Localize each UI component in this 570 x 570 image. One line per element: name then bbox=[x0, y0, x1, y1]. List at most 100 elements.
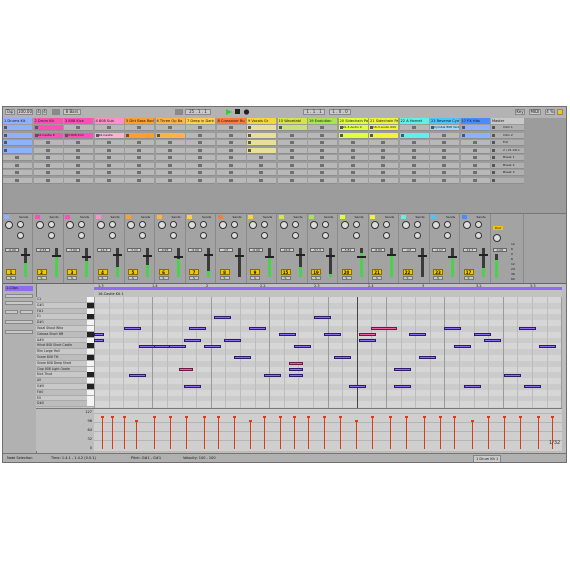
clip-stop-icon[interactable] bbox=[381, 171, 385, 174]
scene-play-icon[interactable] bbox=[492, 178, 495, 182]
velocity-stem[interactable] bbox=[390, 417, 391, 449]
send-a-knob[interactable] bbox=[108, 221, 116, 228]
volume-field[interactable]: -4.95 bbox=[157, 248, 172, 252]
track-number-button[interactable]: 5 bbox=[128, 269, 138, 275]
midi-note[interactable] bbox=[129, 373, 146, 377]
solo-button[interactable]: S bbox=[280, 276, 291, 280]
midi-note[interactable] bbox=[224, 338, 241, 342]
pan-knob[interactable] bbox=[35, 221, 44, 229]
follow-icon[interactable] bbox=[175, 109, 183, 115]
velocity-stem[interactable] bbox=[372, 417, 373, 449]
clip-play-icon[interactable] bbox=[4, 148, 7, 152]
send-a-knob[interactable] bbox=[322, 221, 329, 228]
clip-stop-icon[interactable] bbox=[137, 178, 141, 182]
clip-slot-empty[interactable] bbox=[186, 177, 215, 184]
clip-slot-empty[interactable] bbox=[125, 140, 154, 146]
clip-slot-empty[interactable] bbox=[277, 170, 307, 176]
clip-slot-empty[interactable] bbox=[277, 162, 307, 169]
clip-slot-filled[interactable] bbox=[460, 125, 490, 131]
clip-stop-icon[interactable] bbox=[259, 156, 263, 159]
clip-slot-empty[interactable] bbox=[186, 162, 215, 169]
track-activator-icon[interactable] bbox=[278, 215, 284, 219]
velocity-editor[interactable] bbox=[94, 408, 562, 451]
volume-field[interactable]: -57.3 bbox=[310, 248, 324, 252]
clip-stop-icon[interactable] bbox=[228, 126, 233, 129]
send-b-knob[interactable] bbox=[78, 232, 85, 239]
clip-slot-empty[interactable] bbox=[64, 147, 93, 154]
midi-note[interactable] bbox=[189, 327, 206, 331]
send-b-knob[interactable] bbox=[169, 232, 177, 239]
clip-slot-empty[interactable] bbox=[94, 147, 124, 154]
velocity-stem[interactable] bbox=[136, 421, 137, 449]
send-b-knob[interactable] bbox=[200, 232, 207, 239]
send-a-knob[interactable] bbox=[291, 221, 299, 228]
volume-fader-thumb[interactable] bbox=[21, 254, 30, 256]
track-header[interactable]: 19 Evolution bbox=[308, 118, 337, 124]
velocity-stem[interactable] bbox=[102, 417, 103, 449]
velocity-handle[interactable] bbox=[423, 416, 426, 418]
clip-stop-icon[interactable] bbox=[76, 126, 80, 129]
pan-knob[interactable] bbox=[279, 221, 288, 229]
clip-stop-icon[interactable] bbox=[472, 178, 477, 182]
clip-stop-icon[interactable] bbox=[228, 156, 233, 159]
clip-stop-icon[interactable] bbox=[289, 178, 294, 182]
clip-stop-icon[interactable] bbox=[320, 171, 324, 174]
volume-fader-thumb[interactable] bbox=[295, 254, 305, 256]
clip-slot-empty[interactable] bbox=[33, 140, 63, 146]
clip-stop-icon[interactable] bbox=[106, 126, 111, 129]
metronome-icon[interactable] bbox=[52, 109, 60, 115]
piano-key[interactable] bbox=[87, 349, 94, 355]
clip-stop-icon[interactable] bbox=[472, 141, 477, 144]
clip-slot-empty[interactable] bbox=[94, 140, 124, 146]
clip-stop-icon[interactable] bbox=[15, 171, 19, 174]
track-number-button[interactable]: 20 bbox=[341, 269, 352, 275]
clip-stop-icon[interactable] bbox=[198, 141, 202, 144]
clip-slot-empty[interactable] bbox=[308, 125, 337, 131]
clip-slot-empty[interactable] bbox=[399, 147, 429, 154]
midi-note[interactable] bbox=[394, 367, 411, 371]
send-a-knob[interactable] bbox=[139, 221, 146, 228]
track-header[interactable]: 17 FX Hits bbox=[460, 118, 490, 124]
pan-knob[interactable] bbox=[371, 221, 379, 229]
clip-stop-icon[interactable] bbox=[472, 156, 477, 159]
velocity-handle[interactable] bbox=[453, 416, 456, 418]
track-number-button[interactable]: 6 bbox=[158, 269, 169, 275]
clip-stop-icon[interactable] bbox=[381, 148, 385, 152]
velocity-handle[interactable] bbox=[101, 416, 104, 418]
clip-stop-icon[interactable] bbox=[228, 148, 233, 152]
midi-note[interactable] bbox=[519, 327, 536, 331]
clip-stop-icon[interactable] bbox=[15, 178, 19, 182]
clip-stop-icon[interactable] bbox=[320, 163, 324, 167]
velocity-handle[interactable] bbox=[233, 416, 236, 418]
velocity-handle[interactable] bbox=[293, 416, 296, 418]
midi-note[interactable] bbox=[409, 333, 426, 336]
clip-stop-icon[interactable] bbox=[472, 148, 477, 152]
clip-stop-icon[interactable] bbox=[472, 171, 477, 174]
clip-stop-icon[interactable] bbox=[76, 156, 80, 159]
pan-knob[interactable] bbox=[188, 221, 196, 229]
send-b-knob[interactable] bbox=[291, 232, 299, 239]
clip-slot-empty[interactable] bbox=[216, 132, 246, 139]
clip-slot-empty[interactable] bbox=[64, 125, 93, 131]
clip-slot-empty[interactable] bbox=[247, 177, 276, 184]
volume-field[interactable]: -9.00 bbox=[188, 248, 202, 252]
pan-knob[interactable] bbox=[249, 221, 257, 229]
clip-stop-icon[interactable] bbox=[167, 148, 172, 152]
midi-note[interactable] bbox=[394, 385, 411, 389]
volume-field[interactable]: -2.34 bbox=[35, 248, 50, 252]
track-activator-icon[interactable] bbox=[65, 215, 70, 219]
piano-key[interactable] bbox=[87, 302, 94, 308]
clip-slot-empty[interactable] bbox=[125, 147, 154, 154]
loop-brace[interactable] bbox=[94, 287, 562, 290]
midi-note[interactable] bbox=[464, 385, 481, 389]
piano-key[interactable] bbox=[87, 384, 94, 389]
clip-slot-empty[interactable] bbox=[369, 147, 398, 154]
clip-slot-empty[interactable] bbox=[308, 132, 337, 139]
clip-slot-empty[interactable] bbox=[369, 140, 398, 146]
clip-stop-icon[interactable] bbox=[320, 141, 324, 144]
clip-stop-icon[interactable] bbox=[442, 171, 446, 174]
piano-key[interactable] bbox=[87, 343, 94, 349]
clip-slot-empty[interactable] bbox=[94, 125, 124, 131]
clip-slot-empty[interactable] bbox=[338, 140, 368, 146]
clip-slot-empty[interactable] bbox=[369, 177, 398, 184]
